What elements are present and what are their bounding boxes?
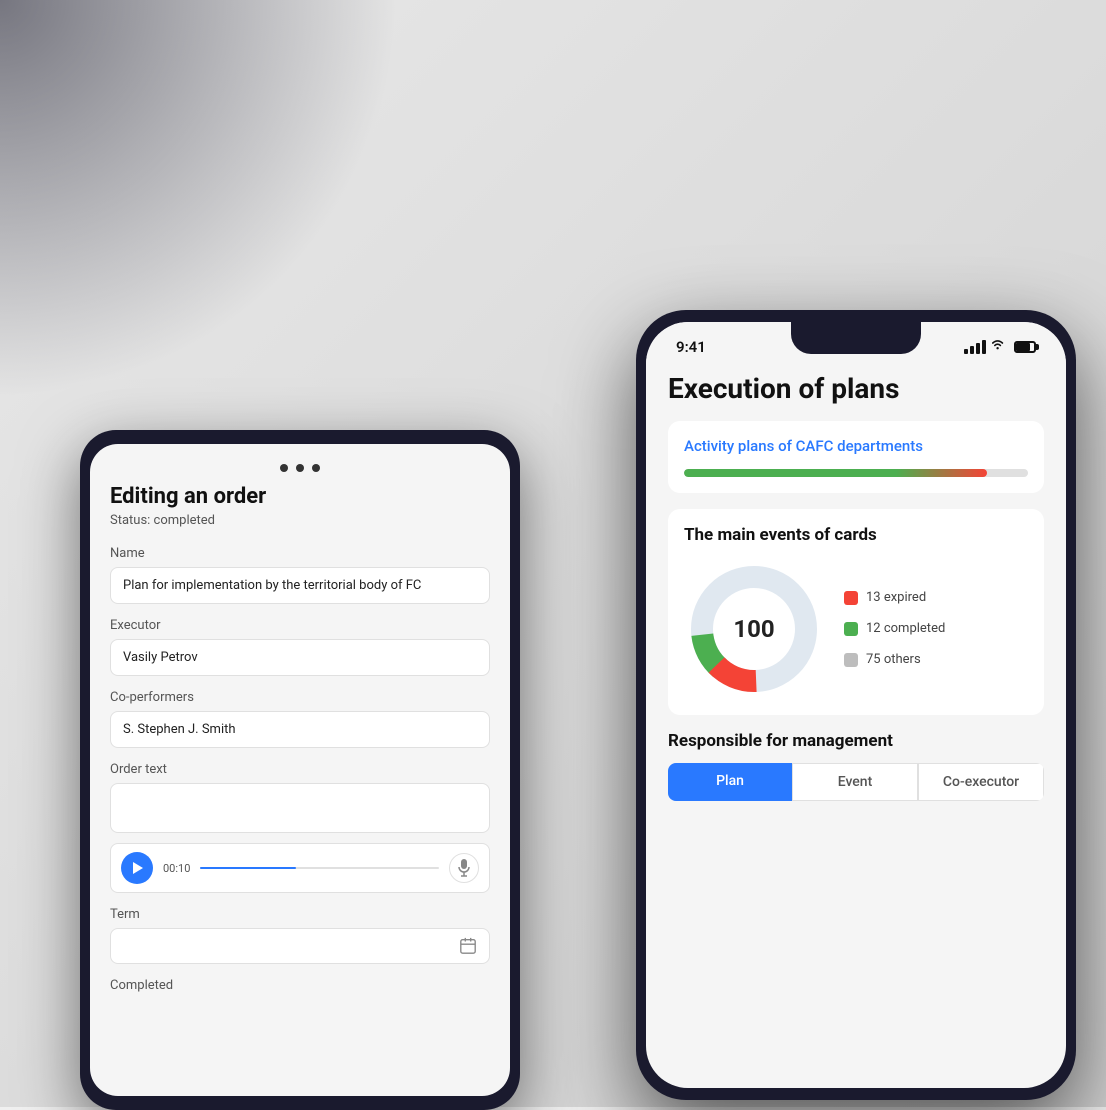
audio-time: 00:10 — [163, 862, 190, 875]
events-content: 100 13 expired 12 completed — [684, 559, 1028, 699]
android-page-title: Editing an order — [110, 484, 490, 509]
name-label: Name — [110, 546, 490, 561]
tab-event[interactable]: Event — [792, 763, 918, 801]
donut-legend: 13 expired 12 completed 75 others — [844, 590, 945, 667]
legend-label-expired: 13 expired — [866, 590, 926, 605]
ios-phone: 9:41 — [636, 310, 1076, 1100]
progress-bar — [684, 469, 1028, 477]
audio-progress-bar[interactable] — [200, 867, 439, 869]
background-corner — [0, 0, 400, 400]
bar1 — [964, 349, 968, 354]
play-button[interactable] — [121, 852, 153, 884]
tab-co-executor[interactable]: Co-executor — [918, 763, 1044, 801]
ios-page-title: Execution of plans — [668, 372, 1044, 405]
ios-content: Execution of plans Activity plans of CAF… — [646, 372, 1066, 1088]
completed-label: Completed — [110, 978, 490, 993]
bar3 — [976, 343, 980, 354]
android-speaker-dot — [296, 464, 304, 472]
android-status-text: Status: completed — [110, 513, 490, 528]
audio-player: 00:10 — [110, 843, 490, 893]
ios-time: 9:41 — [676, 338, 706, 356]
term-input[interactable] — [110, 928, 490, 964]
ios-status-icons — [964, 338, 1036, 356]
signal-bars — [964, 340, 986, 354]
co-performers-input[interactable]: S. Stephen J. Smith — [110, 711, 490, 748]
android-phone: Editing an order Status: completed Name … — [80, 430, 520, 1110]
android-sensor-dot — [312, 464, 320, 472]
name-input[interactable]: Plan for implementation by the territori… — [110, 567, 490, 604]
calendar-icon — [459, 937, 477, 955]
mic-button[interactable] — [449, 853, 479, 883]
tab-plan[interactable]: Plan — [668, 763, 792, 801]
donut-center-value: 100 — [733, 615, 774, 643]
legend-dot-expired — [844, 591, 858, 605]
battery-icon — [1014, 341, 1036, 353]
legend-item-expired: 13 expired — [844, 590, 945, 605]
responsible-title: Responsible for management — [668, 731, 1044, 751]
term-label: Term — [110, 907, 490, 922]
android-screen: Editing an order Status: completed Name … — [90, 444, 510, 1096]
play-icon — [133, 862, 143, 874]
android-camera-dot — [280, 464, 288, 472]
ios-screen: 9:41 — [646, 322, 1066, 1088]
ios-status-bar: 9:41 — [646, 322, 1066, 372]
executor-label: Executor — [110, 618, 490, 633]
order-text-input[interactable] — [110, 783, 490, 833]
events-card-title: The main events of cards — [684, 525, 1028, 545]
legend-item-others: 75 others — [844, 652, 945, 667]
donut-chart: 100 — [684, 559, 824, 699]
legend-dot-completed — [844, 622, 858, 636]
legend-label-others: 75 others — [866, 652, 921, 667]
wifi-icon — [992, 338, 1008, 356]
legend-dot-others — [844, 653, 858, 667]
ios-phone-inner: 9:41 — [644, 320, 1068, 1090]
activity-card: Activity plans of CAFC departments — [668, 421, 1044, 493]
tab-row: Plan Event Co-executor — [668, 763, 1044, 801]
events-card: The main events of cards — [668, 509, 1044, 715]
executor-input[interactable]: Vasily Petrov — [110, 639, 490, 676]
android-phone-inner: Editing an order Status: completed Name … — [88, 442, 512, 1098]
legend-item-completed: 12 completed — [844, 621, 945, 636]
co-performers-label: Co-performers — [110, 690, 490, 705]
battery-fill — [1016, 343, 1030, 351]
progress-bar-fill — [684, 469, 987, 477]
responsible-section: Responsible for management Plan Event Co… — [668, 731, 1044, 801]
bar2 — [970, 346, 974, 354]
audio-progress-fill — [200, 867, 295, 869]
legend-label-completed: 12 completed — [866, 621, 945, 636]
ios-notch — [791, 322, 921, 354]
android-camera-row — [110, 464, 490, 472]
order-text-label: Order text — [110, 762, 490, 777]
activity-card-title: Activity plans of CAFC departments — [684, 437, 1028, 457]
bar4 — [982, 340, 986, 354]
mic-icon — [457, 859, 471, 877]
